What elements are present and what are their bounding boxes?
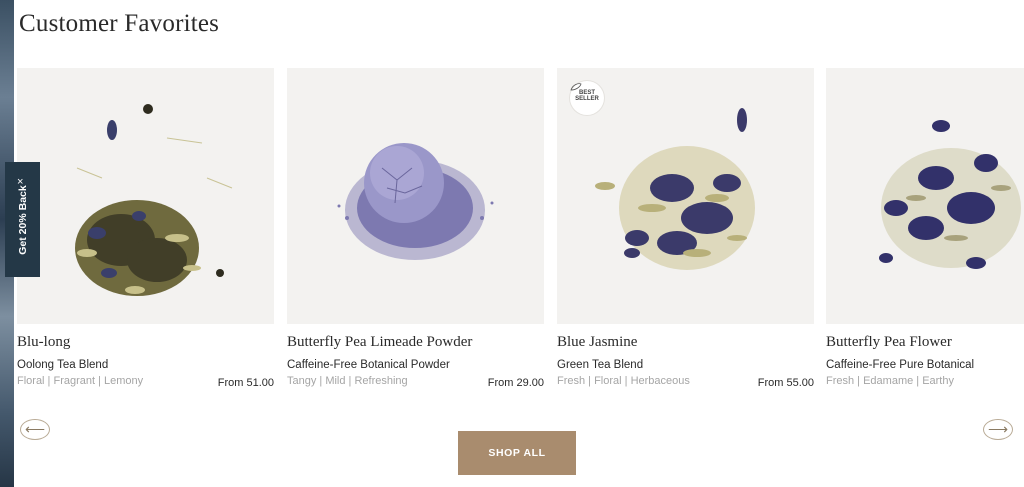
product-card-butterfly-pea-limeade-powder[interactable]: Butterfly Pea Limeade Powder Caffeine-Fr…: [287, 68, 544, 389]
product-name[interactable]: Butterfly Pea Flower: [826, 334, 952, 351]
arrow-left-icon: ⟵: [24, 421, 46, 437]
shop-all-button[interactable]: SHOP ALL: [458, 431, 576, 475]
product-card-blu-long[interactable]: Blu-long Oolong Tea Blend Floral | Fragr…: [17, 68, 274, 389]
promo-tab[interactable]: × Get 20% Back: [5, 162, 40, 277]
product-type: Caffeine-Free Pure Botanical: [826, 359, 975, 371]
product-price: From 51.00: [217, 377, 274, 389]
carousel-prev-button[interactable]: ⟵: [20, 419, 50, 440]
best-seller-badge: BEST SELLER: [570, 81, 604, 115]
product-image[interactable]: [17, 68, 274, 324]
product-card-blue-jasmine[interactable]: BEST SELLER Blue Jasmine Green Tea Blend…: [557, 68, 814, 389]
product-notes: Tangy | Mild | Refreshing: [287, 375, 408, 387]
product-notes: Fresh | Floral | Herbaceous: [557, 375, 690, 387]
powder-mound-illustration: [337, 143, 494, 260]
tea-leaves-illustration: [75, 104, 233, 296]
product-type: Oolong Tea Blend: [17, 359, 109, 371]
product-name[interactable]: Butterfly Pea Limeade Powder: [287, 334, 472, 351]
product-carousel: Blu-long Oolong Tea Blend Floral | Fragr…: [0, 0, 1024, 487]
product-name[interactable]: Blue Jasmine: [557, 334, 637, 351]
product-price: From 29.00: [487, 377, 544, 389]
product-card-butterfly-pea-flower[interactable]: Butterfly Pea Flower Caffeine-Free Pure …: [826, 68, 1024, 387]
product-image[interactable]: [826, 68, 1024, 324]
arrow-right-icon: ⟶: [987, 421, 1009, 437]
product-type: Caffeine-Free Botanical Powder: [287, 359, 450, 371]
flower-leaves-illustration: [879, 120, 1021, 269]
carousel-next-button[interactable]: ⟶: [983, 419, 1013, 440]
product-type: Green Tea Blend: [557, 359, 644, 371]
badge-line2: SELLER: [575, 96, 599, 102]
promo-label[interactable]: Get 20% Back: [17, 180, 29, 260]
leaf-icon: [570, 83, 582, 91]
product-notes: Fresh | Edamame | Earthy: [826, 375, 954, 387]
product-image[interactable]: [287, 68, 544, 324]
product-image[interactable]: BEST SELLER: [557, 68, 814, 324]
product-notes: Floral | Fragrant | Lemony: [17, 375, 144, 387]
product-price: From 55.00: [757, 377, 814, 389]
product-name[interactable]: Blu-long: [17, 334, 70, 351]
